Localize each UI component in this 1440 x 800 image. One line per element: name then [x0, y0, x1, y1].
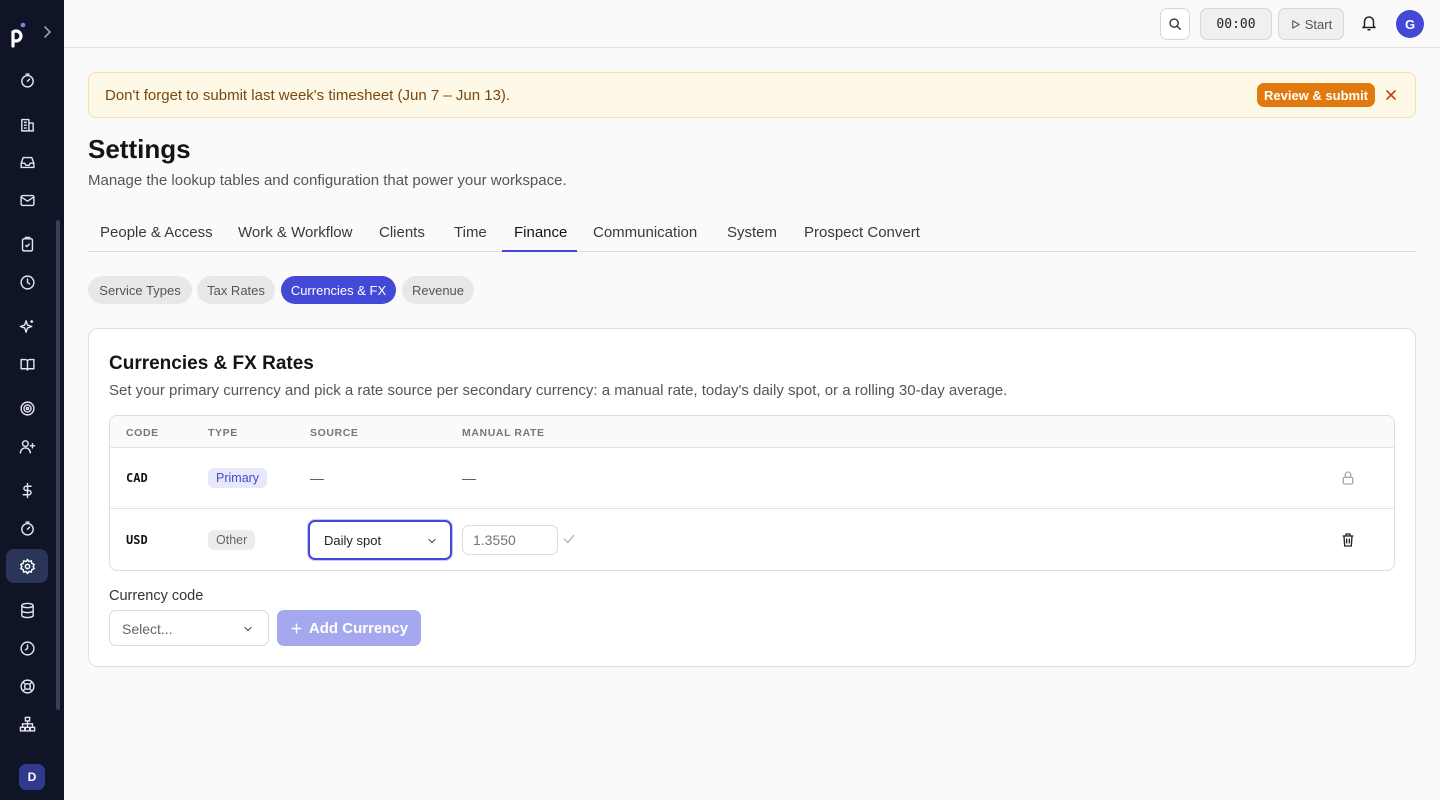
currencies-card: Currencies & FX Rates Set your primary c…	[88, 328, 1416, 667]
chevron-right-icon[interactable]	[40, 24, 54, 40]
target-icon[interactable]	[6, 391, 48, 425]
start-timer-button[interactable]: Start	[1278, 8, 1344, 40]
close-icon[interactable]	[1383, 87, 1399, 103]
dollar-icon[interactable]	[6, 473, 48, 507]
gear-icon[interactable]	[6, 549, 48, 583]
banner-text: Don't forget to submit last week's times…	[105, 87, 511, 104]
manual-rate-value: —	[462, 470, 476, 486]
add-currency-button[interactable]: Add Currency	[277, 610, 421, 646]
mail-icon[interactable]	[6, 183, 48, 217]
chevron-down-icon	[244, 626, 252, 632]
account-avatar[interactable]: G	[1396, 10, 1424, 38]
table-row: CAD Primary — —	[110, 448, 1394, 509]
subtab-tax-rates[interactable]: Tax Rates	[197, 276, 275, 304]
top-bar: 00:00 Start G	[64, 0, 1440, 48]
tab-system[interactable]: System	[727, 224, 777, 252]
manual-rate-input[interactable]	[462, 525, 558, 555]
currency-code-placeholder: Select...	[122, 621, 173, 637]
table-row: USD Other Daily spot	[110, 510, 1394, 570]
tab-time[interactable]: Time	[454, 224, 487, 252]
currency-code-select[interactable]: Select...	[109, 610, 269, 646]
app-logo[interactable]	[10, 22, 26, 48]
currency-code: CAD	[126, 471, 148, 485]
currency-code-label: Currency code	[109, 588, 204, 604]
settings-tabs: People & Access Work & Workflow Clients …	[88, 214, 1416, 252]
lifebuoy-icon[interactable]	[6, 669, 48, 703]
search-icon	[1169, 18, 1181, 30]
type-badge: Primary	[208, 468, 268, 488]
rate-source-select[interactable]: Daily spot	[308, 520, 452, 560]
chevron-down-icon	[428, 538, 436, 544]
card-subtitle: Set your primary currency and pick a rat…	[109, 382, 1008, 399]
sidebar: D	[0, 0, 64, 800]
timer-icon[interactable]	[6, 63, 48, 97]
column-header-code: CODE	[126, 427, 159, 439]
timer-icon[interactable]	[6, 511, 48, 545]
book-icon[interactable]	[6, 347, 48, 381]
timer-display[interactable]: 00:00	[1200, 8, 1272, 40]
user-plus-icon[interactable]	[6, 429, 48, 463]
lock-icon	[1342, 471, 1354, 485]
trash-icon[interactable]	[1340, 532, 1356, 548]
play-icon	[1291, 19, 1300, 29]
history-icon[interactable]	[6, 631, 48, 665]
hierarchy-icon[interactable]	[6, 707, 48, 741]
user-avatar[interactable]: D	[19, 764, 45, 790]
bell-icon[interactable]	[1360, 14, 1378, 32]
sparkles-icon[interactable]	[6, 309, 48, 343]
column-header-type: TYPE	[208, 427, 238, 439]
database-icon[interactable]	[6, 593, 48, 627]
column-header-manual-rate: MANUAL RATE	[462, 427, 545, 439]
search-button[interactable]	[1160, 8, 1190, 40]
building-icon[interactable]	[6, 107, 48, 141]
clipboard-check-icon[interactable]	[6, 227, 48, 261]
plus-icon	[291, 622, 302, 634]
subtab-currencies-fx[interactable]: Currencies & FX	[281, 276, 396, 304]
tab-communication[interactable]: Communication	[593, 224, 697, 252]
timesheet-reminder-banner: Don't forget to submit last week's times…	[88, 72, 1416, 118]
tab-finance[interactable]: Finance	[514, 224, 567, 252]
review-submit-button[interactable]: Review & submit	[1257, 83, 1375, 107]
tab-work-workflow[interactable]: Work & Workflow	[238, 224, 352, 252]
card-title: Currencies & FX Rates	[109, 353, 314, 374]
sidebar-scrollbar[interactable]	[54, 68, 62, 750]
start-label: Start	[1304, 16, 1333, 32]
column-header-source: SOURCE	[310, 427, 359, 439]
subtab-service-types[interactable]: Service Types	[88, 276, 192, 304]
table-header: CODE TYPE SOURCE MANUAL RATE	[110, 416, 1394, 448]
currency-code: USD	[126, 533, 148, 547]
page-title: Settings	[88, 134, 191, 164]
tab-clients[interactable]: Clients	[379, 224, 425, 252]
page-subtitle: Manage the lookup tables and configurati…	[88, 172, 567, 189]
clock-icon[interactable]	[6, 265, 48, 299]
tab-people-access[interactable]: People & Access	[100, 224, 213, 252]
tab-prospect-convert[interactable]: Prospect Convert	[804, 224, 920, 252]
inbox-icon[interactable]	[6, 145, 48, 179]
rate-source-value: Daily spot	[324, 533, 382, 548]
check-icon[interactable]	[562, 532, 576, 546]
source-value: —	[310, 470, 324, 486]
currencies-table: CODE TYPE SOURCE MANUAL RATE CAD Primary…	[109, 415, 1395, 571]
active-tab-indicator	[502, 250, 577, 252]
add-currency-label: Add Currency	[308, 619, 409, 637]
subtab-revenue[interactable]: Revenue	[402, 276, 474, 304]
type-badge: Other	[208, 530, 256, 550]
